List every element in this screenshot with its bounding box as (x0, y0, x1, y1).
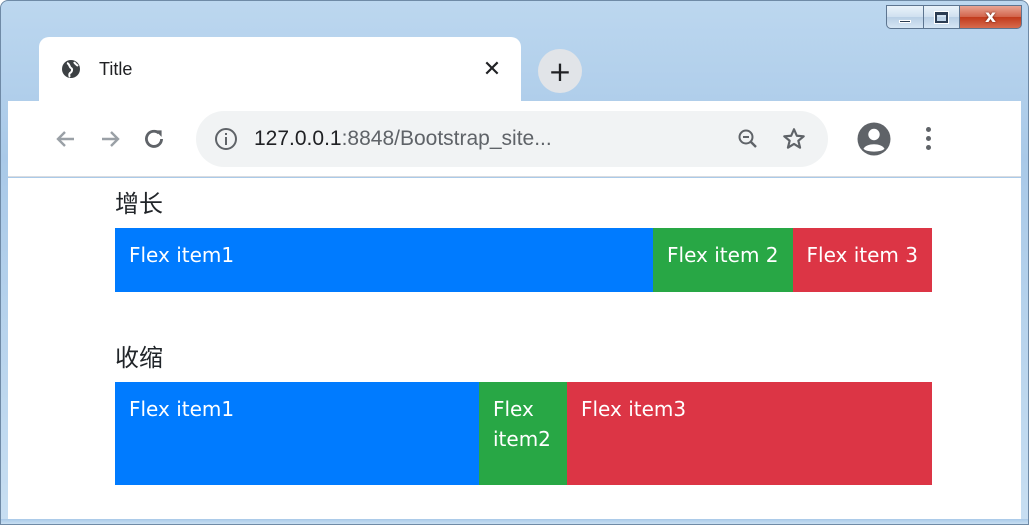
close-window-icon: x (985, 7, 996, 27)
tab-title-text: Title (99, 58, 133, 79)
close-tab-icon[interactable]: ✕ (481, 57, 503, 82)
shrink-flex-item-2: Flex item2 (479, 382, 567, 485)
zoom-out-icon (738, 129, 757, 148)
maximize-button[interactable] (924, 5, 960, 29)
info-icon[interactable] (214, 127, 238, 151)
browser-toolbar: 127.0.0.1:8848/Bootstrap_site... (8, 101, 1021, 177)
minimize-button[interactable] (886, 5, 924, 29)
url-text[interactable]: 127.0.0.1:8848/Bootstrap_site... (254, 127, 720, 151)
shrink-flex-row: Flex item1 Flex item2 Flex item3 (115, 382, 932, 485)
menu-dot (925, 127, 931, 132)
grow-flex-row: Flex item1 Flex item 2 Flex item 3 (115, 228, 932, 292)
reload-icon (145, 129, 163, 148)
bookmark-button[interactable] (776, 121, 812, 157)
star-icon (783, 127, 805, 149)
globe-icon (62, 60, 80, 78)
shrink-heading: 收缩 (115, 344, 163, 372)
menu-dot (925, 136, 931, 141)
reload-button[interactable] (132, 117, 176, 161)
close-window-button[interactable]: x (960, 5, 1022, 29)
page-content: 增长 Flex item1 Flex item 2 Flex item 3 收缩… (8, 178, 1021, 519)
address-bar[interactable]: 127.0.0.1:8848/Bootstrap_site... (196, 110, 828, 167)
browser-window: x Title ✕ + 127.0.0.1:8848/Bootstrap_sit… (0, 0, 1029, 525)
grow-flex-item-2: Flex item 2 (653, 228, 793, 292)
window-bottom-border (1, 519, 1028, 524)
account-circle-icon[interactable] (856, 121, 892, 157)
grow-heading: 增长 (115, 190, 163, 218)
url-host: 127.0.0.1 (254, 126, 342, 150)
grow-flex-item-3: Flex item 3 (792, 228, 932, 292)
minimize-icon (899, 19, 911, 23)
menu-dot (925, 145, 931, 150)
shrink-flex-item-1: Flex item1 (115, 382, 479, 485)
shrink-flex-item-3: Flex item3 (567, 382, 932, 485)
grow-flex-item-1: Flex item1 (115, 228, 654, 292)
back-button[interactable] (44, 117, 88, 161)
zoom-button[interactable] (730, 121, 766, 157)
window-controls: x (886, 5, 1022, 35)
arrow-left-icon (56, 130, 74, 147)
tab-strip: Title ✕ + (8, 37, 1021, 101)
new-tab-button[interactable]: + (538, 49, 582, 93)
url-path: :8848/Bootstrap_site... (341, 126, 552, 150)
forward-button[interactable] (88, 117, 132, 161)
tab-title[interactable]: Title ✕ (39, 37, 521, 101)
maximize-icon (934, 10, 949, 24)
more-vert-icon[interactable] (918, 127, 938, 150)
arrow-right-icon (102, 130, 120, 147)
